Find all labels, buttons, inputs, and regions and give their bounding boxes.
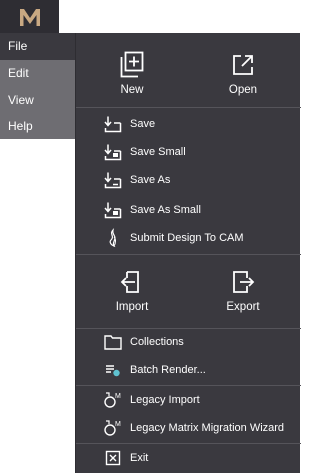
- save-as-small-menu-item[interactable]: Save As Small: [76, 199, 301, 221]
- save-small-menu-item[interactable]: Save Small: [76, 141, 301, 163]
- save-as-label: Save As: [130, 174, 171, 186]
- separator: [76, 107, 301, 108]
- file-menu-panel: New Open Save Save Small Save As Save As…: [75, 33, 301, 473]
- exit-label: Exit: [130, 452, 149, 464]
- import-icon: [120, 271, 139, 293]
- import-label: Import: [115, 301, 149, 313]
- submit-cam-menu-item[interactable]: Submit Design To CAM: [76, 227, 301, 249]
- batch-render-menu-item[interactable]: Batch Render...: [76, 359, 301, 381]
- save-icon: [104, 116, 122, 133]
- svg-text:M: M: [115, 421, 121, 428]
- separator: [76, 443, 301, 444]
- menubar: File Edit View Help: [0, 33, 75, 139]
- batch-render-icon: [106, 365, 120, 377]
- app-logo[interactable]: [0, 0, 59, 33]
- folder-icon: [104, 335, 122, 350]
- export-button[interactable]: Export: [198, 267, 288, 327]
- new-label: New: [120, 84, 144, 96]
- new-button[interactable]: New: [87, 50, 177, 110]
- legacy-import-menu-item[interactable]: M Legacy Import: [76, 389, 301, 411]
- legacy-wizard-label: Legacy Matrix Migration Wizard: [130, 422, 285, 434]
- menubar-help[interactable]: Help: [0, 113, 75, 140]
- save-small-icon: [104, 144, 122, 161]
- new-file-icon: [120, 51, 144, 78]
- save-as-small-label: Save As Small: [130, 204, 201, 216]
- legacy-matrix-icon: M: [104, 392, 121, 408]
- export-icon: [233, 271, 255, 293]
- open-button[interactable]: Open: [198, 50, 288, 110]
- save-as-icon: [104, 172, 122, 189]
- export-label: Export: [226, 301, 260, 313]
- exit-menu-item[interactable]: Exit: [76, 447, 301, 469]
- menubar-view[interactable]: View: [0, 87, 75, 114]
- legacy-import-label: Legacy Import: [130, 394, 200, 406]
- app-window: File Edit View Help New Open Save Save S…: [0, 0, 301, 473]
- save-label: Save: [130, 118, 156, 130]
- legacy-wizard-menu-item[interactable]: M Legacy Matrix Migration Wizard: [76, 417, 301, 439]
- open-label: Open: [228, 84, 258, 96]
- legacy-matrix-icon: M: [104, 420, 121, 436]
- cam-flame-icon: [109, 228, 116, 248]
- save-menu-item[interactable]: Save: [76, 113, 301, 135]
- separator: [76, 328, 301, 329]
- collections-label: Collections: [130, 336, 184, 348]
- collections-menu-item[interactable]: Collections: [76, 331, 301, 353]
- separator: [76, 254, 301, 255]
- svg-text:M: M: [115, 393, 121, 400]
- import-button[interactable]: Import: [87, 267, 177, 327]
- m-logo-icon: [19, 8, 40, 26]
- save-as-small-icon: [104, 202, 122, 219]
- separator: [76, 385, 301, 386]
- menubar-edit[interactable]: Edit: [0, 60, 75, 87]
- open-external-icon: [233, 55, 253, 75]
- save-as-menu-item[interactable]: Save As: [76, 169, 301, 191]
- close-icon: [105, 450, 121, 466]
- menubar-file[interactable]: File: [0, 33, 75, 60]
- batch-render-label: Batch Render...: [130, 364, 206, 376]
- submit-cam-label: Submit Design To CAM: [130, 232, 244, 244]
- save-small-label: Save Small: [130, 146, 186, 158]
